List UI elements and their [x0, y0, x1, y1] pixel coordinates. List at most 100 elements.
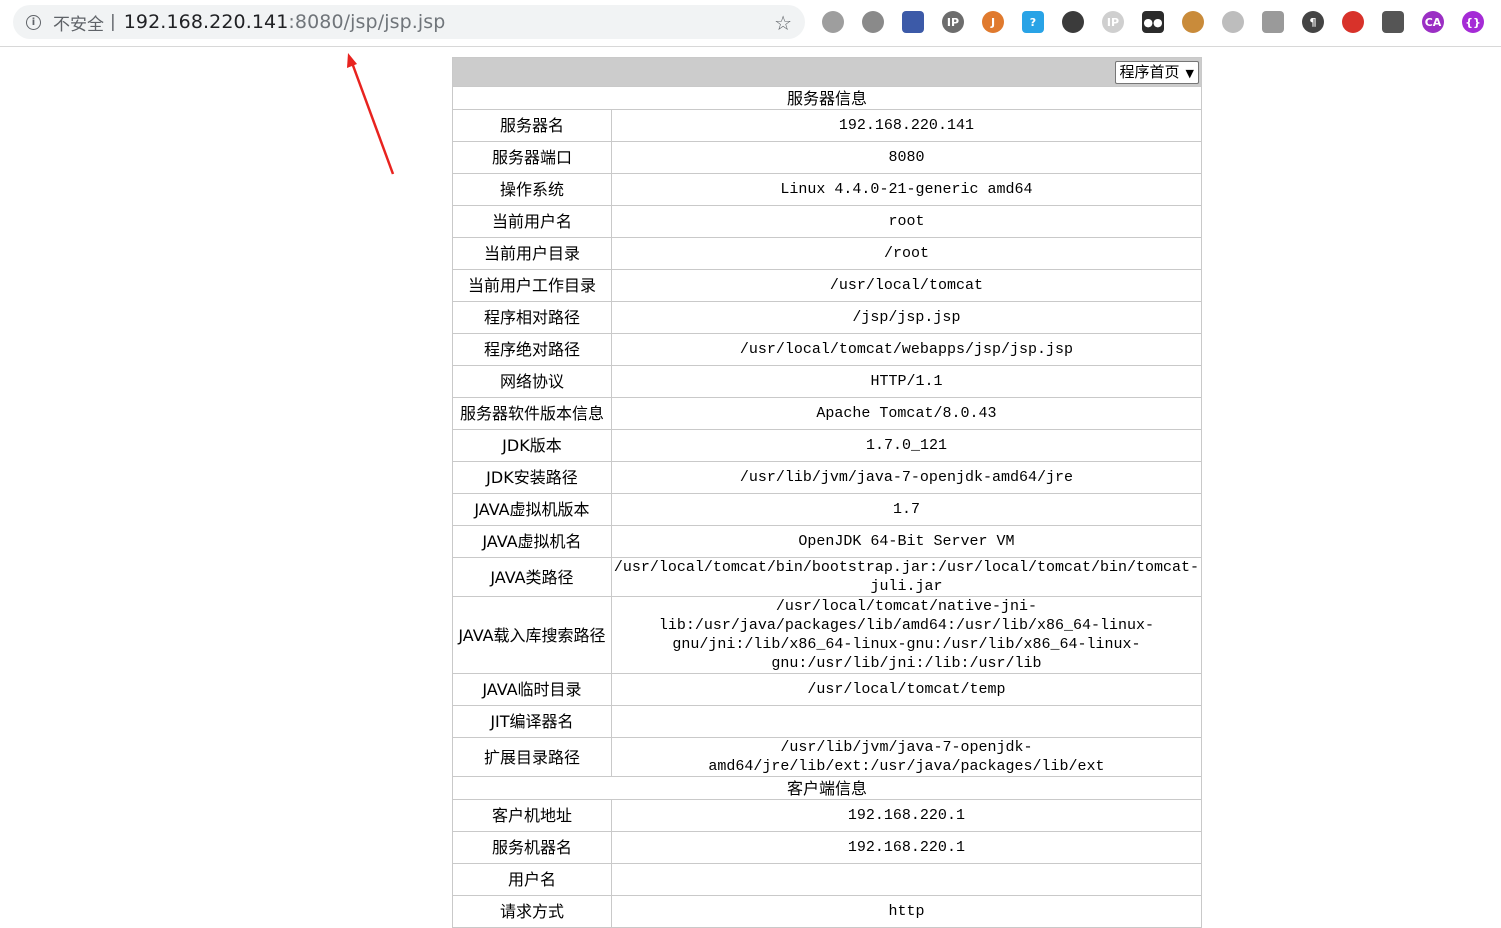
address-separator: | [110, 12, 116, 32]
table-row: 服务机器名 192.168.220.1 [452, 831, 1203, 864]
row-value: HTTP/1.1 [610, 365, 1203, 398]
row-label: 操作系统 [452, 173, 612, 206]
row-label: 请求方式 [452, 895, 612, 928]
row-value-line: 192.168.220.1 [847, 807, 965, 824]
diamond-extension-icon[interactable] [1342, 11, 1364, 33]
url-host: 192.168.220.141 [123, 11, 289, 33]
table-row: JIT编译器名 [452, 705, 1203, 738]
globe-extension-icon[interactable] [822, 11, 844, 33]
row-label: JIT编译器名 [452, 705, 612, 738]
flag-extension-icon[interactable] [902, 11, 924, 33]
row-label: 当前用户目录 [452, 237, 612, 270]
table-row: 用户名 [452, 863, 1203, 896]
section-row-server: 服务器信息 [452, 86, 1202, 110]
table-row: 程序相对路径/jsp/jsp.jsp [452, 301, 1203, 334]
table-row: JAVA类路径/usr/local/tomcat/bin/bootstrap.j… [452, 557, 1203, 597]
row-value-line: 8080 [888, 149, 925, 166]
row-value: 192.168.220.1 [610, 831, 1203, 864]
paragraph-extension-icon[interactable]: ¶ [1302, 11, 1324, 33]
browser-toolbar: i 不安全 | 192.168.220.141:8080/jsp/jsp.jsp… [0, 0, 1501, 47]
code-extension-icon[interactable]: {} [1462, 11, 1484, 33]
tampermonkey-extension-icon[interactable]: ●● [1142, 11, 1164, 33]
row-value-line: /usr/lib/jvm/java-7-openjdk-amd64/jre [739, 469, 1073, 486]
table-row: 当前用户目录/root [452, 237, 1203, 270]
table-row: 网络协议 HTTP/1.1 [452, 365, 1203, 398]
row-value-line: /usr/local/tomcat/temp [807, 681, 1006, 698]
row-value: OpenJDK 64-Bit Server VM [610, 525, 1203, 558]
row-value: /usr/local/tomcat [610, 269, 1203, 302]
row-value: 192.168.220.141 [610, 109, 1203, 142]
table-row: 服务器名 192.168.220.141 [452, 109, 1203, 142]
table-row: JDK版本 1.7.0_121 [452, 429, 1203, 462]
row-value: root [610, 205, 1203, 238]
row-label: 客户机地址 [452, 799, 612, 832]
row-value: 1.7.0_121 [610, 429, 1203, 462]
row-value-line: 1.7.0_121 [865, 437, 947, 454]
row-value: /usr/local/tomcat/bin/bootstrap.jar:/usr… [610, 557, 1203, 597]
row-value: /root [610, 237, 1203, 270]
table-row: 服务器软件版本信息 Apache Tomcat/8.0.43 [452, 397, 1203, 430]
wave-extension-icon-2[interactable] [1262, 11, 1284, 33]
section-row-client: 客户端信息 [452, 776, 1202, 800]
row-value: http [610, 895, 1203, 928]
security-label[interactable]: 不安全 [53, 10, 104, 35]
row-label: 服务器软件版本信息 [452, 397, 612, 430]
row-value: /usr/local/tomcat/temp [610, 673, 1203, 706]
table-row: JAVA虚拟机版本 1.7 [452, 493, 1203, 526]
row-value-line: /root [883, 245, 929, 262]
row-value-line: /usr/local/tomcat/native-jni- [775, 598, 1037, 615]
row-value: /usr/lib/jvm/java-7-openjdk-amd64/jre/li… [610, 737, 1203, 777]
row-label: 网络协议 [452, 365, 612, 398]
row-label: 服务器名 [452, 109, 612, 142]
extensions-bar: IP J? IP ●● ¶ CA {} [822, 11, 1501, 33]
row-value [610, 705, 1203, 738]
table-row: 当前用户工作目录/usr/local/tomcat [452, 269, 1203, 302]
row-label: 服务器端口 [452, 141, 612, 174]
row-value-line: /usr/lib/jvm/java-7-openjdk- [780, 739, 1033, 756]
server-info-table: 程序首页 ▼ 服务器信息 服务器名 192.168.220.141 服务器端口 8080… [452, 57, 1203, 928]
red-arrow-head [347, 53, 357, 68]
cookie-extension-icon[interactable] [1182, 11, 1204, 33]
row-value-line: /usr/local/tomcat [829, 277, 983, 294]
chat-extension-icon[interactable]: ? [1022, 11, 1044, 33]
java-extension-icon[interactable]: J [982, 11, 1004, 33]
row-value-line: lib:/usr/java/packages/lib/amd64:/usr/li… [658, 617, 1154, 634]
row-label: 程序绝对路径 [452, 333, 612, 366]
incognito-extension-icon[interactable] [1062, 11, 1084, 33]
row-label: 程序相对路径 [452, 301, 612, 334]
row-label: 当前用户工作目录 [452, 269, 612, 302]
section-title-server: 服务器信息 [452, 86, 1202, 110]
ip-extension-icon[interactable]: IP [1102, 11, 1124, 33]
row-value-line: /usr/local/tomcat/bin/bootstrap.jar:/usr… [613, 559, 1199, 576]
table-row: 操作系统 Linux 4.4.0-21-generic amd64 [452, 173, 1203, 206]
row-value-line: OpenJDK 64-Bit Server VM [798, 533, 1015, 550]
row-value: /usr/lib/jvm/java-7-openjdk-amd64/jre [610, 461, 1203, 494]
link-extension-icon[interactable] [862, 11, 884, 33]
row-value-line: gnu:/usr/lib/jni:/lib:/usr/lib [771, 655, 1042, 672]
row-label: JAVA载入库搜索路径 [452, 596, 612, 674]
program-nav-select[interactable]: 程序首页 ▼ [1114, 60, 1199, 84]
ca-extension-icon[interactable]: CA [1422, 11, 1444, 33]
shield-extension-icon[interactable] [1382, 11, 1404, 33]
table-row: 程序绝对路径/usr/local/tomcat/webapps/jsp/jsp.… [452, 333, 1203, 366]
row-value-line: Apache Tomcat/8.0.43 [816, 405, 997, 422]
row-value-line: Linux 4.4.0-21-generic amd64 [780, 181, 1033, 198]
table-row: 客户机地址 192.168.220.1 [452, 799, 1203, 832]
row-value-line: /usr/local/tomcat/webapps/jsp/jsp.jsp [739, 341, 1073, 358]
section-row-client-title: 客户端信息 [452, 776, 1202, 800]
bookmark-star-icon[interactable]: ☆ [774, 11, 792, 35]
row-value-line: root [888, 213, 925, 230]
wave-extension-icon[interactable] [1222, 11, 1244, 33]
row-label: 扩展目录路径 [452, 737, 612, 777]
table-row: 请求方式 http [452, 895, 1203, 928]
row-label: 用户名 [452, 863, 612, 896]
ip-lookup-extension-icon[interactable]: IP [942, 11, 964, 33]
row-value-line: 192.168.220.141 [838, 117, 974, 134]
url-text[interactable]: 192.168.220.141:8080/jsp/jsp.jsp [124, 11, 446, 33]
address-bar[interactable]: i 不安全 | 192.168.220.141:8080/jsp/jsp.jsp… [13, 5, 805, 39]
info-icon[interactable]: i [26, 14, 41, 30]
table-row: JAVA临时目录/usr/local/tomcat/temp [452, 673, 1203, 706]
row-value-line: http [888, 903, 925, 920]
row-value-line: /jsp/jsp.jsp [852, 309, 961, 326]
table-row: 当前用户名 root [452, 205, 1203, 238]
